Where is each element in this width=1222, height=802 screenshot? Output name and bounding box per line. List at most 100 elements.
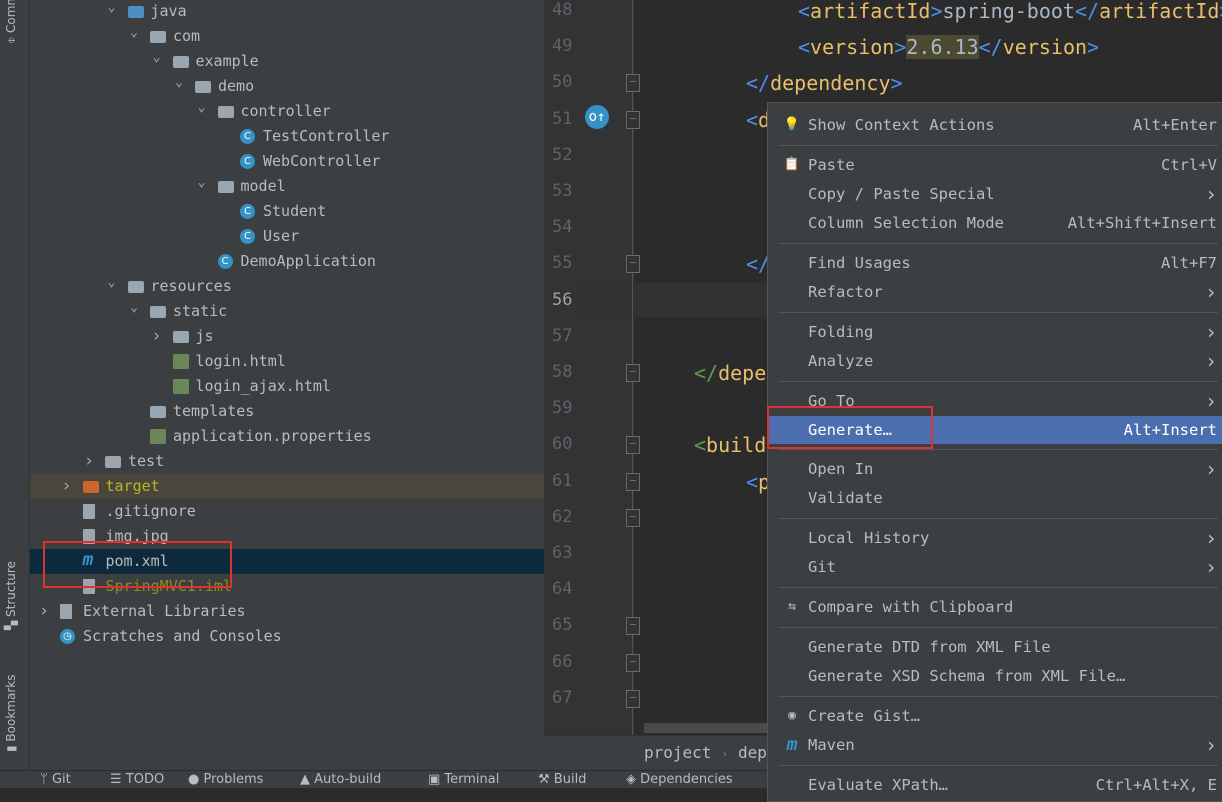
package-icon [217, 181, 234, 193]
tree-row[interactable]: ⌄ resources [30, 274, 544, 299]
fold-marker-icon[interactable]: − [626, 617, 640, 636]
line-number: 60 [552, 434, 573, 455]
menu-item-copy-paste-special[interactable]: Copy / Paste Special › [768, 180, 1222, 208]
tool-tab-dependencies[interactable]: ◈ Dependencies [626, 771, 733, 789]
bookmarks-tool-tab[interactable]: ▮ Bookmarks [4, 675, 18, 752]
chevron-down-icon[interactable]: ⌄ [196, 95, 208, 120]
menu-item-git[interactable]: Git › [768, 553, 1222, 581]
tree-row[interactable]: ⌄ example [30, 49, 544, 74]
hammer-icon: ⚒ [538, 772, 554, 787]
fold-marker-icon[interactable]: − [626, 653, 640, 672]
tree-row[interactable]: ⌄ java [30, 0, 544, 24]
tree-row[interactable]: C TestController [30, 124, 544, 149]
menu-item-show-context-actions[interactable]: 💡 Show Context Actions Alt+Enter [768, 111, 1222, 139]
code-token: artifactId [810, 0, 931, 23]
tree-item-label: DemoApplication [240, 252, 376, 270]
menu-item-maven[interactable]: m Maven › [768, 731, 1222, 759]
fold-marker-icon[interactable]: − [626, 508, 640, 527]
menu-separator [778, 765, 1218, 766]
tree-row[interactable]: C Student [30, 199, 544, 224]
breadcrumb-item[interactable]: project [644, 743, 711, 762]
menu-item-column-selection-mode[interactable]: Column Selection Mode Alt+Shift+Insert [768, 209, 1222, 237]
commit-tool-tab[interactable]: ⌽ Commit [4, 0, 19, 44]
list-icon: ☰ [110, 772, 126, 787]
menu-item-folding[interactable]: Folding › [768, 318, 1222, 346]
chevron-down-icon[interactable]: ⌄ [106, 0, 118, 20]
tree-row[interactable]: templates [30, 399, 544, 424]
tree-row[interactable]: › js [30, 324, 544, 349]
tree-row[interactable]: ⌄ controller [30, 99, 544, 124]
structure-tool-tab[interactable]: ▚ Structure [4, 561, 18, 630]
html-icon [172, 354, 189, 369]
tree-row[interactable]: › test [30, 449, 544, 474]
menu-item-open-in[interactable]: Open In › [768, 455, 1222, 483]
tree-row[interactable]: login.html [30, 349, 544, 374]
scratches-icon: ◷ [60, 629, 75, 644]
tree-row[interactable]: application.properties [30, 424, 544, 449]
tree-row[interactable]: login_ajax.html [30, 374, 544, 399]
tool-tab-git[interactable]: ᛘ Git [40, 771, 71, 789]
tool-tab-build[interactable]: ⚒ Build [538, 771, 586, 789]
fold-marker-icon[interactable]: − [626, 110, 640, 129]
menu-item-label: Generate DTD from XML File [808, 638, 1051, 656]
tool-tab-auto-build[interactable]: ▲ Auto-build [300, 771, 381, 789]
bookmark-icon: ▮ [4, 741, 18, 752]
chevron-right-icon[interactable]: › [61, 474, 73, 499]
menu-item-refactor[interactable]: Refactor › [768, 278, 1222, 306]
tree-row[interactable]: ⌄ com [30, 24, 544, 49]
chevron-down-icon[interactable]: ⌄ [106, 270, 118, 295]
tree-row[interactable]: C WebController [30, 149, 544, 174]
chevron-right-icon[interactable]: › [83, 449, 95, 474]
fold-marker-icon[interactable]: − [626, 472, 640, 491]
chevron-down-icon[interactable]: ⌄ [128, 295, 140, 320]
tree-item-label: templates [173, 402, 255, 420]
menu-item-analyze[interactable]: Analyze › [768, 347, 1222, 375]
chevron-right-icon[interactable]: › [38, 599, 50, 624]
chevron-right-icon[interactable]: › [151, 324, 163, 349]
tree-row[interactable]: › target [30, 474, 544, 499]
code-token: 2.6.13 [906, 35, 979, 60]
clipboard-icon: 📋 [783, 157, 801, 172]
tool-tab-terminal[interactable]: ▣ Terminal [428, 771, 499, 789]
tree-item-label: Student [263, 202, 327, 220]
menu-item-local-history[interactable]: Local History › [768, 524, 1222, 552]
menu-separator [778, 518, 1218, 519]
tree-row[interactable]: ◷ Scratches and Consoles [30, 624, 544, 649]
fold-marker-icon[interactable]: − [626, 255, 640, 274]
run-gutter-icon[interactable]: o↑ [585, 105, 609, 129]
tool-tab-todo[interactable]: ☰ TODO [110, 771, 164, 789]
menu-item-evaluate-xpath[interactable]: Evaluate XPath… Ctrl+Alt+X, E [768, 771, 1222, 799]
chevron-down-icon[interactable]: ⌄ [151, 45, 163, 70]
fold-marker-icon[interactable]: − [626, 74, 640, 93]
folder-icon [150, 406, 166, 418]
tool-tab-label: Dependencies [640, 772, 733, 787]
fold-marker-icon[interactable]: − [626, 436, 640, 455]
menu-item-find-usages[interactable]: Find Usages Alt+F7 [768, 249, 1222, 277]
chevron-down-icon[interactable]: ⌄ [173, 70, 185, 95]
tree-row[interactable]: ⌄ demo [30, 74, 544, 99]
structure-icon: ▚ [4, 616, 18, 630]
menu-separator [778, 381, 1218, 382]
submenu-arrow-icon: › [1204, 389, 1217, 413]
chevron-down-icon[interactable]: ⌄ [196, 170, 208, 195]
chevron-down-icon[interactable]: ⌄ [128, 20, 140, 45]
tree-item-label: java [150, 2, 187, 20]
code-token: > [1087, 35, 1100, 60]
menu-item-paste[interactable]: 📋 Paste Ctrl+V [768, 151, 1222, 179]
tree-row[interactable]: ⌄ model [30, 174, 544, 199]
menu-item-compare-with-clipboard[interactable]: ⇆ Compare with Clipboard [768, 593, 1222, 621]
tree-row[interactable]: › External Libraries [30, 599, 544, 624]
menu-item-generate-xsd-schema-from-xml-file[interactable]: Generate XSD Schema from XML File… [768, 662, 1222, 690]
menu-item-generate-dtd-from-xml-file[interactable]: Generate DTD from XML File [768, 633, 1222, 661]
fold-marker-icon[interactable]: − [626, 364, 640, 382]
menu-item-validate[interactable]: Validate [768, 484, 1222, 512]
fold-marker-icon[interactable]: − [626, 689, 640, 708]
tree-row[interactable]: .gitignore [30, 499, 544, 524]
menu-item-shortcut: Alt+F7 [1161, 254, 1217, 272]
menu-item-create-gist[interactable]: ◉ Create Gist… [768, 702, 1222, 730]
tree-row[interactable]: C User [30, 224, 544, 249]
tool-tab-problems[interactable]: ● Problems [188, 771, 263, 789]
line-number: 48 [552, 0, 573, 20]
tree-item-label: External Libraries [83, 602, 246, 620]
tree-row[interactable]: ⌄ static [30, 299, 544, 324]
